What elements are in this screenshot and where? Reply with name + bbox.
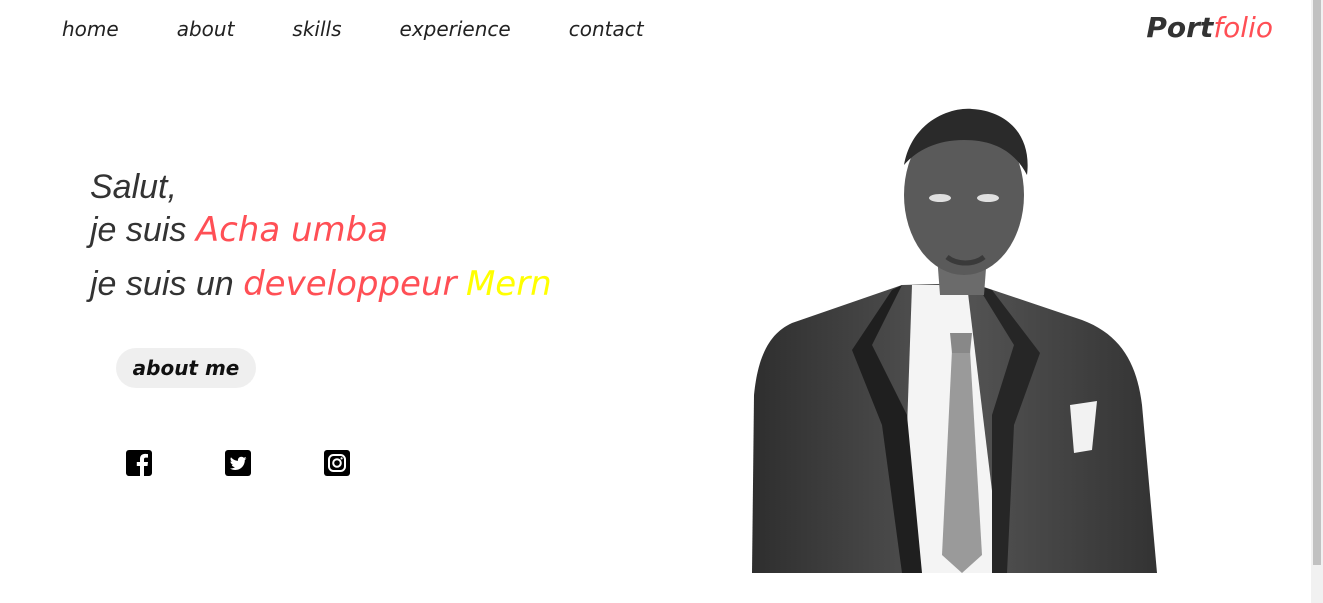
intro-line: je suis Acha umba <box>90 206 552 254</box>
greeting: Salut, <box>90 168 177 206</box>
facebook-icon[interactable] <box>125 449 153 477</box>
hero-text: Salut, je suis Acha umba je suis un deve… <box>90 168 552 308</box>
twitter-icon[interactable] <box>224 449 252 477</box>
role-line: je suis un developpeur Mern <box>90 260 552 308</box>
profile-photo <box>752 108 1157 573</box>
instagram-icon[interactable] <box>323 449 351 477</box>
scrollbar[interactable] <box>1311 0 1323 603</box>
nav-home[interactable]: home <box>62 14 119 44</box>
nav-about[interactable]: about <box>177 14 235 44</box>
logo-part-2: folio <box>1213 11 1273 44</box>
main-nav: home about skills experience contact <box>62 14 702 44</box>
site-logo[interactable]: Portfolio <box>1146 10 1273 46</box>
role-title: developpeur <box>243 264 457 304</box>
scrollbar-thumb[interactable] <box>1313 0 1321 565</box>
nav-experience[interactable]: experience <box>400 14 511 44</box>
nav-skills[interactable]: skills <box>292 14 341 44</box>
nav-contact[interactable]: contact <box>569 14 644 44</box>
about-me-button[interactable]: about me <box>116 348 256 388</box>
person-name: Acha umba <box>195 210 389 250</box>
stack-name: Mern <box>465 264 552 304</box>
role-prefix: je suis un <box>90 265 234 303</box>
intro-prefix: je suis <box>90 211 187 249</box>
logo-part-1: Port <box>1146 11 1214 44</box>
